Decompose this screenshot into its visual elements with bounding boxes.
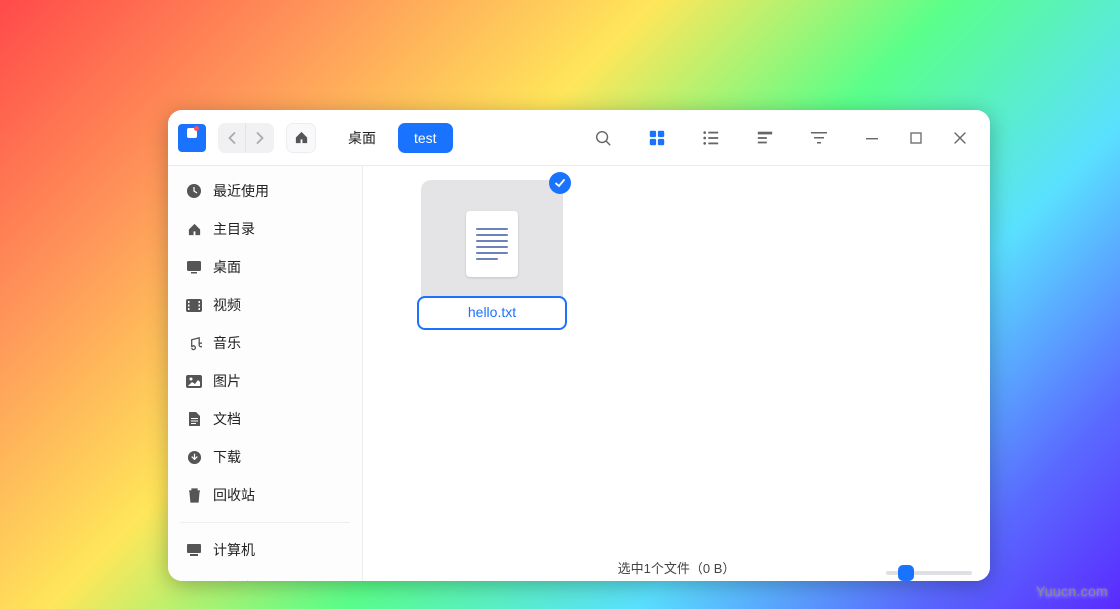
sidebar-item-label: 图片 (213, 371, 241, 391)
doc-icon (186, 411, 202, 427)
sidebar-item-label: 回收站 (213, 485, 255, 505)
clock-icon (186, 183, 202, 199)
disk-icon (186, 580, 202, 581)
filename-edit[interactable]: hello.txt (417, 296, 567, 330)
view-detail-button[interactable] (748, 121, 782, 155)
sidebar-item-label: 视频 (213, 295, 241, 315)
sidebar-item-label: 文档 (213, 409, 241, 429)
breadcrumb: 桌面 test (332, 123, 453, 153)
maximize-button[interactable] (896, 121, 936, 155)
sidebar: 最近使用 主目录 桌面 视频 音乐 图片 (168, 166, 363, 581)
status-bar: 选中1个文件（0 B） (363, 553, 990, 581)
close-button[interactable] (940, 121, 980, 155)
sidebar-item-trash[interactable]: 回收站 (168, 476, 362, 514)
text-file-icon (457, 209, 527, 279)
sidebar-item-label: 下载 (213, 447, 241, 467)
app-icon (178, 124, 206, 152)
filename-label: hello.txt (468, 304, 516, 320)
zoom-slider[interactable] (886, 571, 972, 575)
video-icon (186, 297, 202, 313)
music-icon (186, 335, 202, 351)
sidebar-item-pictures[interactable]: 图片 (168, 362, 362, 400)
sidebar-item-label: 主目录 (213, 219, 255, 239)
sidebar-item-downloads[interactable]: 下载 (168, 438, 362, 476)
nav-buttons (218, 123, 274, 153)
menu-button[interactable] (802, 121, 836, 155)
sidebar-item-videos[interactable]: 视频 (168, 286, 362, 324)
sidebar-item-recent[interactable]: 最近使用 (168, 172, 362, 210)
breadcrumb-current[interactable]: test (398, 123, 453, 153)
image-icon (186, 373, 202, 389)
view-icons-button[interactable] (640, 121, 674, 155)
home-button[interactable] (286, 123, 316, 153)
trash-icon (186, 487, 202, 503)
desktop-icon (186, 259, 202, 275)
computer-icon (186, 542, 202, 558)
sidebar-item-computer[interactable]: 计算机 (168, 531, 362, 569)
minimize-button[interactable] (852, 121, 892, 155)
sidebar-item-label: 桌面 (213, 257, 241, 277)
body: 最近使用 主目录 桌面 视频 音乐 图片 (168, 166, 990, 581)
titlebar: 桌面 test (168, 110, 990, 166)
file-item-hello-txt[interactable]: hello.txt (421, 180, 563, 328)
nav-forward-button[interactable] (246, 123, 274, 153)
sidebar-item-system-disk[interactable]: 系统盘 (168, 569, 362, 581)
watermark: Yuucn.com (1036, 583, 1108, 599)
window-controls (848, 121, 980, 155)
sidebar-item-home[interactable]: 主目录 (168, 210, 362, 248)
selected-check-icon (549, 172, 571, 194)
sidebar-item-music[interactable]: 音乐 (168, 324, 362, 362)
file-manager-window: 桌面 test (168, 110, 990, 581)
download-icon (186, 449, 202, 465)
sidebar-item-label: 最近使用 (213, 181, 269, 201)
sidebar-divider (180, 522, 350, 523)
sidebar-item-label: 音乐 (213, 333, 241, 353)
search-button[interactable] (586, 121, 620, 155)
sidebar-item-label: 系统盘 (213, 578, 255, 581)
breadcrumb-parent[interactable]: 桌面 (332, 123, 392, 153)
sidebar-item-documents[interactable]: 文档 (168, 400, 362, 438)
status-text: 选中1个文件（0 B） (618, 558, 736, 577)
home-icon (186, 221, 202, 237)
sidebar-item-desktop[interactable]: 桌面 (168, 248, 362, 286)
sidebar-item-label: 计算机 (213, 540, 255, 560)
view-list-button[interactable] (694, 121, 728, 155)
nav-back-button[interactable] (218, 123, 246, 153)
file-view[interactable]: hello.txt (363, 166, 990, 581)
